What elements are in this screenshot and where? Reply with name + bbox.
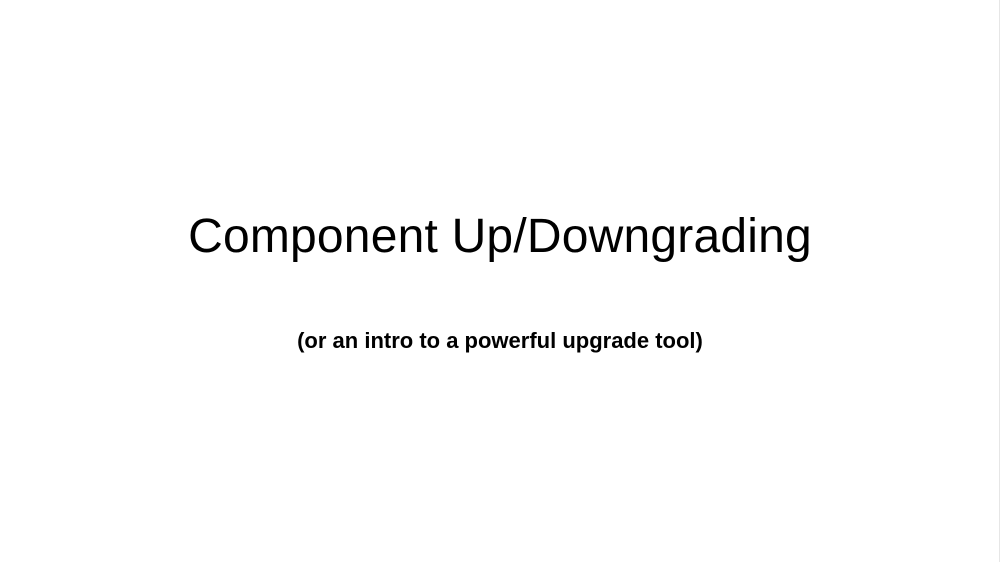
slide-title: Component Up/Downgrading xyxy=(188,210,812,263)
presentation-slide: Component Up/Downgrading (or an intro to… xyxy=(0,0,1000,562)
slide-subtitle: (or an intro to a powerful upgrade tool) xyxy=(297,328,703,353)
